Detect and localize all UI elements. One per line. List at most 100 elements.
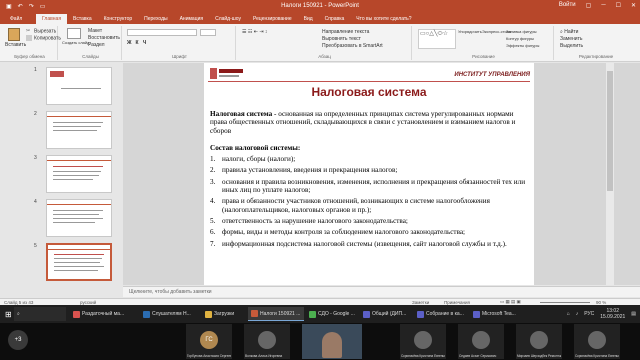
thumbnail-item[interactable]: 5 [0,243,118,285]
select-button[interactable]: Выделить [560,43,583,49]
tab-help[interactable]: Справка [319,14,351,24]
tab-slideshow[interactable]: Слайд-шоу [209,14,247,24]
shapes-gallery[interactable]: ▭○△╲⬭☆ [418,29,456,49]
shape-fill-button[interactable]: Заливка фигуры [506,29,537,35]
avatar [258,331,276,349]
copy-button[interactable]: Копировать [26,35,61,41]
ribbon-options-icon[interactable]: ▢ [586,2,592,9]
tell-me-search[interactable]: Что вы хотите сделать? [350,14,417,24]
avatar [588,331,606,349]
teams-icon [363,310,370,318]
participant-video[interactable] [302,324,362,359]
paste-button[interactable]: Вставить [5,28,26,48]
reset-button[interactable]: Восстановить [88,35,120,41]
taskbar-search[interactable]: ⌕ [14,307,66,321]
institute-label: ИНСТИТУТ УПРАВЛЕНИЯ [454,72,530,78]
network-icon[interactable]: ⌂ [567,311,570,317]
section-label: Раздел [88,42,105,48]
tab-home[interactable]: Главная [36,14,68,24]
thumbnail-number: 1 [34,67,37,73]
shape-effects-button[interactable]: Эффекты фигуры [506,43,539,49]
replace-button[interactable]: Заменить [560,36,582,42]
thumb-line [53,166,103,167]
maximize-icon[interactable]: ☐ [616,2,621,9]
find-button[interactable]: ⌕ Найти [560,29,578,35]
notifications-icon[interactable]: ▤ [631,311,636,317]
definition-paragraph: Налоговая система - основанная на опреде… [210,110,530,135]
arrange-button[interactable]: Упорядочить [458,29,482,35]
slide-thumbnail[interactable] [46,199,112,237]
thumb-line [53,218,103,219]
shape-outline-button[interactable]: Контур фигуры [506,36,534,42]
tab-review[interactable]: Рецензирование [247,14,298,24]
sign-in-link[interactable]: Войти [559,2,576,9]
window-controls: Войти ▢ ─ ☐ ✕ [559,2,636,9]
list-item: 4. права и обязанности участников отношен… [210,197,530,214]
scissors-icon: ✂ [26,28,31,34]
taskbar-item[interactable]: Слушателям Н... [140,307,200,321]
more-participants-button[interactable]: +3 [8,330,28,350]
new-slide-button[interactable]: Создать слайд [62,28,89,46]
participant-tile[interactable]: Скрипачёва Кристина Евгеньевна [574,324,620,359]
replace-label: Заменить [560,36,583,42]
text-direction-label: Направление текста [322,29,370,35]
slide-thumbnail[interactable] [46,111,112,149]
font-name-field[interactable] [127,29,197,36]
participant-tile[interactable]: Скрипачёва Кристина Евгеньевна [400,324,446,359]
taskbar-item[interactable]: Загрузки [202,307,246,321]
slide-thumbnail[interactable] [46,155,112,193]
list-number: 7. [210,239,216,248]
clock[interactable]: 13:02 15.09.2021 [600,308,625,320]
current-slide[interactable]: ИНСТИТУТ УПРАВЛЕНИЯ Налоговая система На… [204,63,534,285]
participant-tile[interactable]: ГС Горбунова Анастасия Сергеевна [186,324,232,359]
tab-design[interactable]: Конструктор [98,14,139,24]
paragraph-list-buttons[interactable]: ☰ ☷ ⇤ ⇥ ↕ [242,29,267,35]
notes-pane[interactable]: Щелкните, чтобы добавить заметки [123,286,640,297]
thumbnail-item[interactable]: 4 [0,199,118,241]
tab-insert[interactable]: Вставка [67,14,98,24]
layout-button[interactable]: Макет [88,28,102,34]
participant-tile[interactable]: Мирзаев Шерзодбек Ремонтжонович [516,324,562,359]
volume-icon[interactable]: ♪ [576,311,579,317]
tab-file[interactable]: Файл [4,14,28,24]
thumbnail-item[interactable]: 2 [0,111,118,153]
smartart-button[interactable]: Преобразовать в SmartArt [322,43,383,49]
vertical-scrollbar[interactable] [606,63,614,285]
taskbar-item[interactable]: Microsoft Tea... [470,307,526,321]
list-item: 7. информационная подсистема налоговой си… [210,240,530,248]
taskbar-item[interactable]: СДО - Google ... [306,307,358,321]
taskbar-item[interactable]: Раздаточный ма... [70,307,138,321]
taskbar-label: Слушателям Н... [152,311,191,317]
list-text: основания и правила возникновения, измен… [222,177,526,195]
quick-styles-button[interactable]: Экспресс-стили [482,29,511,35]
start-button[interactable]: ⊞ [2,307,12,321]
text-direction-button[interactable]: Направление текста [322,29,369,35]
slide-title[interactable]: Налоговая система [204,85,534,99]
participant-tile[interactable]: Седаев Асхат Серикович [458,324,504,359]
taskbar-item[interactable]: Общий (ДИП... [360,307,412,321]
slide-thumbnail[interactable] [46,67,112,105]
tab-transitions[interactable]: Переходы [138,14,173,24]
align-text-button[interactable]: Выровнять текст [322,36,361,42]
find-label: Найти [564,29,579,35]
taskbar-item-active[interactable]: Налоги 150921 ... [248,307,304,321]
participant-image [322,332,342,358]
input-language[interactable]: РУС [584,311,594,317]
slide-thumbnail-selected[interactable] [46,243,112,281]
font-size-field[interactable] [200,29,216,36]
close-icon[interactable]: ✕ [631,2,636,9]
participant-tile[interactable]: Волкова Алиса Игоревна [244,324,290,359]
scrollbar-thumb[interactable] [607,71,613,191]
thumbnail-item[interactable]: 1 [0,67,118,109]
zoom-slider[interactable] [540,302,590,303]
taskbar-item[interactable]: Собрание в ка... [414,307,468,321]
minimize-icon[interactable]: ─ [601,2,605,9]
font-format-buttons[interactable]: ЖКЧ [127,40,150,46]
cut-button[interactable]: ✂ Вырезать [26,28,56,34]
tab-view[interactable]: Вид [298,14,319,24]
thumbnail-item[interactable]: 3 [0,155,118,197]
slide-body[interactable]: Налоговая система - основанная на опреде… [210,110,530,251]
tab-animations[interactable]: Анимация [174,14,209,24]
section-button[interactable]: Раздел [88,42,105,48]
header-divider [208,81,530,82]
